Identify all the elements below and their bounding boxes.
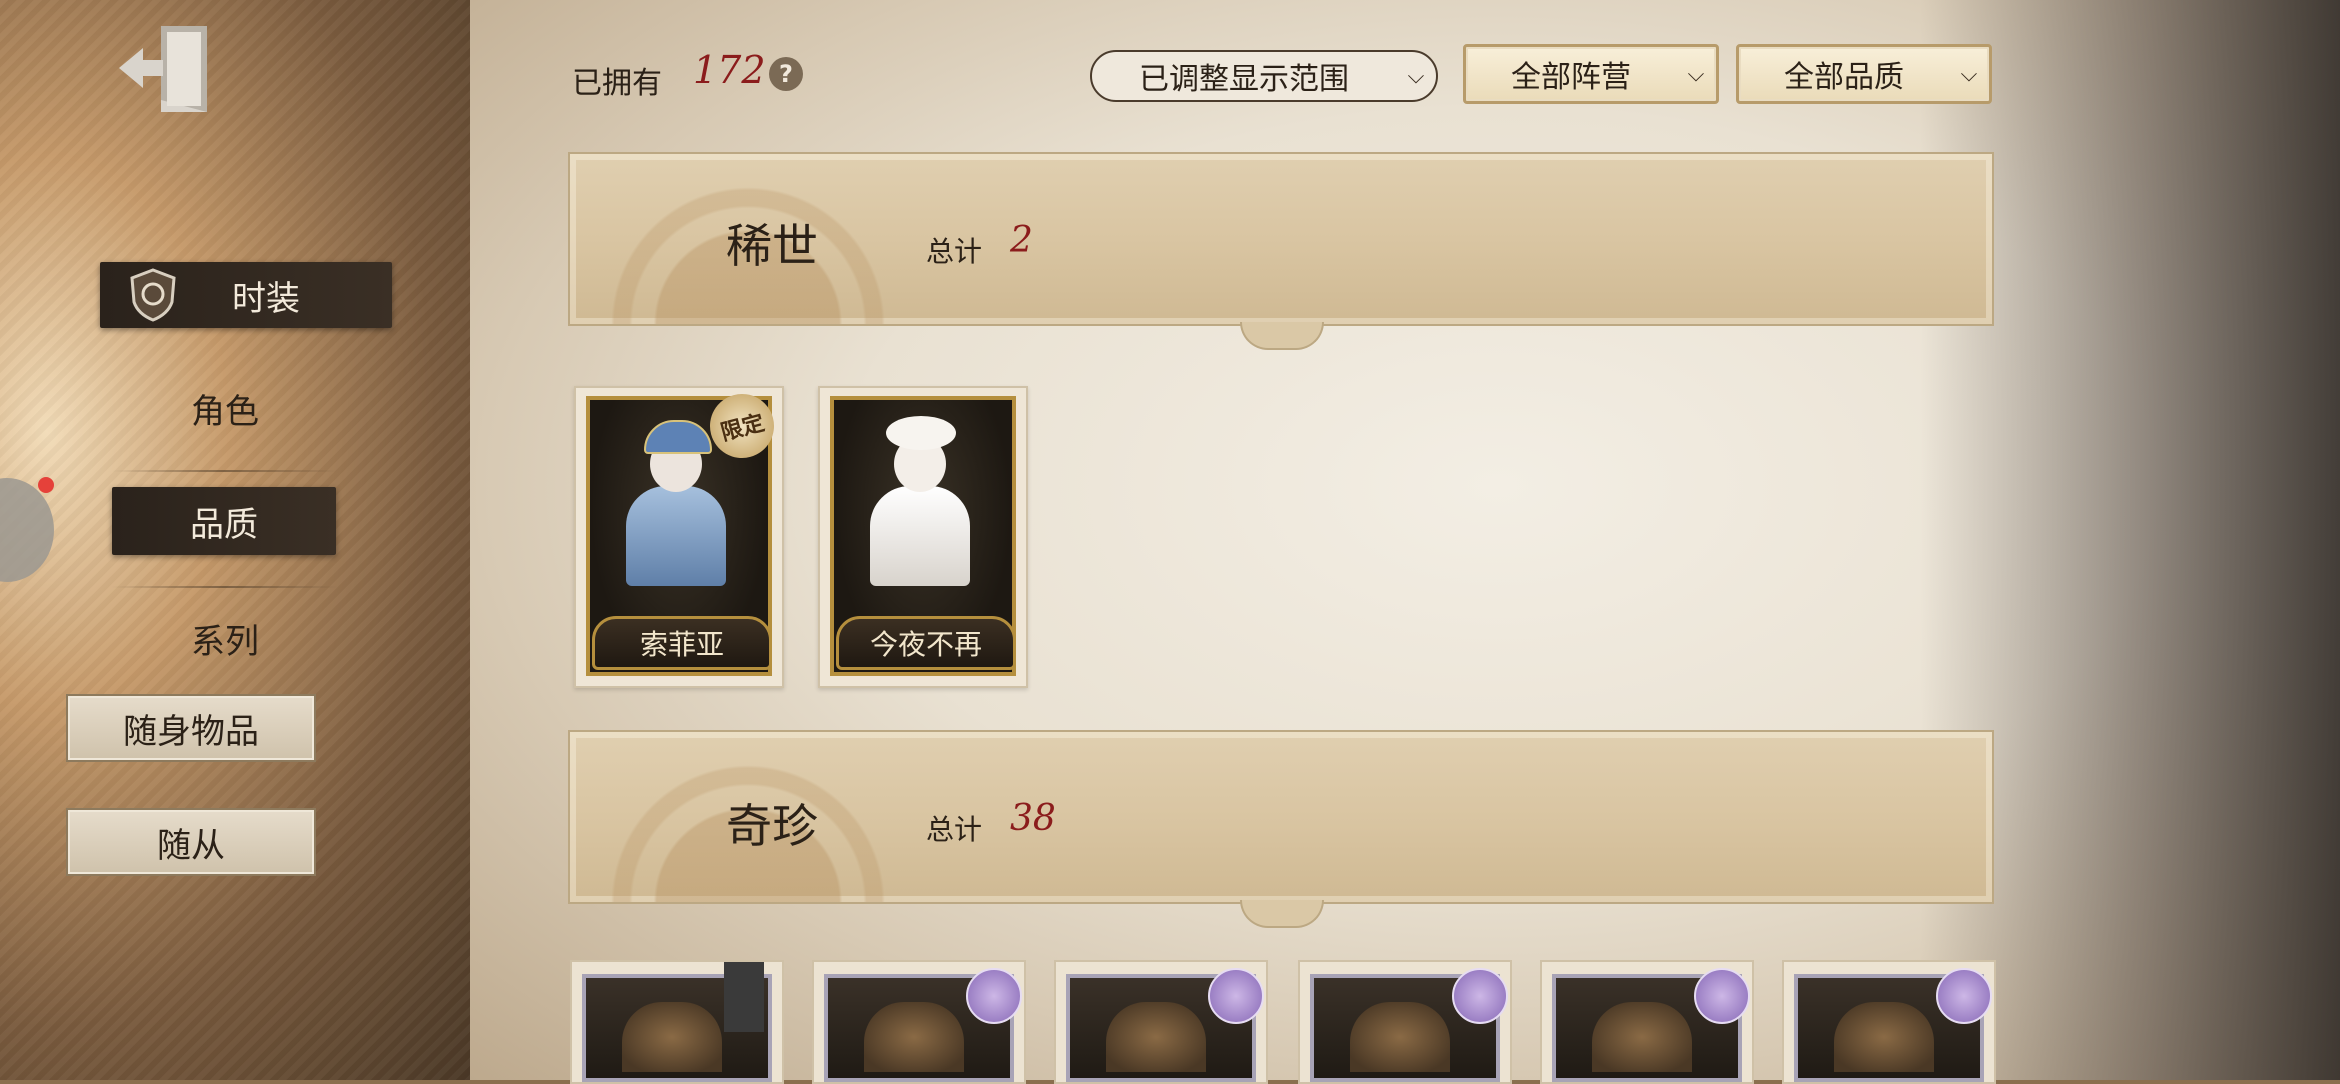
character-portrait	[860, 416, 980, 586]
quality-dropdown[interactable]: 全部品质 ⌵	[1736, 44, 1992, 104]
character-portrait	[1834, 1002, 1934, 1072]
costume-card-partial[interactable]	[1054, 960, 1268, 1084]
costume-card-partial[interactable]	[812, 960, 1026, 1084]
sidebar-item-label: 随身物品	[123, 711, 259, 752]
sidebar: 时装 角色 品质 系列 随身物品 随从	[0, 0, 470, 1080]
character-portrait	[622, 1002, 722, 1072]
section-total-label: 总计	[926, 235, 983, 268]
character-dress	[626, 486, 726, 586]
sidebar-item-label: 角色	[191, 391, 259, 432]
section-total: 2	[1010, 220, 1033, 261]
character-portrait	[1592, 1002, 1692, 1072]
character-portrait	[1350, 1002, 1450, 1072]
help-icon[interactable]: ?	[769, 57, 803, 91]
chevron-down-icon: ⌵	[1407, 63, 1425, 89]
costume-card-sophia[interactable]: 限定 索菲亚	[574, 386, 784, 688]
costume-card-partial[interactable]	[1540, 960, 1754, 1084]
sidebar-item-fashion[interactable]: 时装	[100, 262, 392, 328]
limited-tag	[724, 962, 764, 1032]
card-name: 今夜不再	[836, 616, 1016, 670]
purple-seal-icon	[966, 968, 1022, 1024]
sidebar-item-label: 系列	[191, 621, 259, 662]
section-total-label: 总计	[926, 813, 983, 846]
flower-headpiece-icon	[886, 416, 956, 450]
divider	[112, 470, 338, 472]
section-title: 稀世	[726, 219, 818, 273]
section-total: 38	[1010, 798, 1056, 839]
range-dropdown[interactable]: 已调整显示范围 ⌵	[1090, 50, 1438, 102]
sidebar-item-quality[interactable]: 品质	[112, 487, 336, 555]
exit-icon[interactable]	[115, 20, 215, 120]
character-portrait	[1106, 1002, 1206, 1072]
section-title: 奇珍	[726, 799, 818, 853]
character-dress	[870, 486, 970, 586]
purple-seal-icon	[1208, 968, 1264, 1024]
divider	[112, 586, 338, 588]
quality-dropdown-label: 全部品质	[1784, 60, 1904, 95]
chevron-down-icon: ⌵	[1687, 61, 1705, 87]
owned-label: 已拥有	[572, 66, 662, 101]
character-portrait	[864, 1002, 964, 1072]
sidebar-item-followers[interactable]: 随从	[66, 808, 316, 876]
sidebar-item-accessories[interactable]: 随身物品	[66, 694, 316, 762]
card-name: 索菲亚	[592, 616, 772, 670]
costume-card-partial[interactable]	[570, 960, 784, 1084]
sidebar-item-role[interactable]: 角色	[112, 380, 338, 436]
costume-card-partial[interactable]	[1298, 960, 1512, 1084]
purple-seal-icon	[1936, 968, 1992, 1024]
costume-card-partial[interactable]	[1782, 960, 1996, 1084]
costume-card-no-more-tonight[interactable]: 今夜不再	[818, 386, 1028, 688]
sidebar-item-label: 品质	[190, 504, 258, 545]
owned-count: 172	[693, 48, 766, 92]
purple-seal-icon	[1694, 968, 1750, 1024]
faction-dropdown-label: 全部阵营	[1511, 60, 1631, 95]
chevron-down-icon: ⌵	[1960, 61, 1978, 87]
sidebar-item-series[interactable]: 系列	[112, 610, 338, 666]
sidebar-item-label: 随从	[157, 825, 225, 866]
notification-dot	[38, 477, 54, 493]
shield-icon	[128, 268, 178, 322]
range-dropdown-label: 已调整显示范围	[1139, 62, 1349, 97]
sidebar-item-label: 时装	[232, 278, 300, 319]
purple-seal-icon	[1452, 968, 1508, 1024]
crown-icon	[644, 420, 712, 454]
faction-dropdown[interactable]: 全部阵营 ⌵	[1463, 44, 1719, 104]
